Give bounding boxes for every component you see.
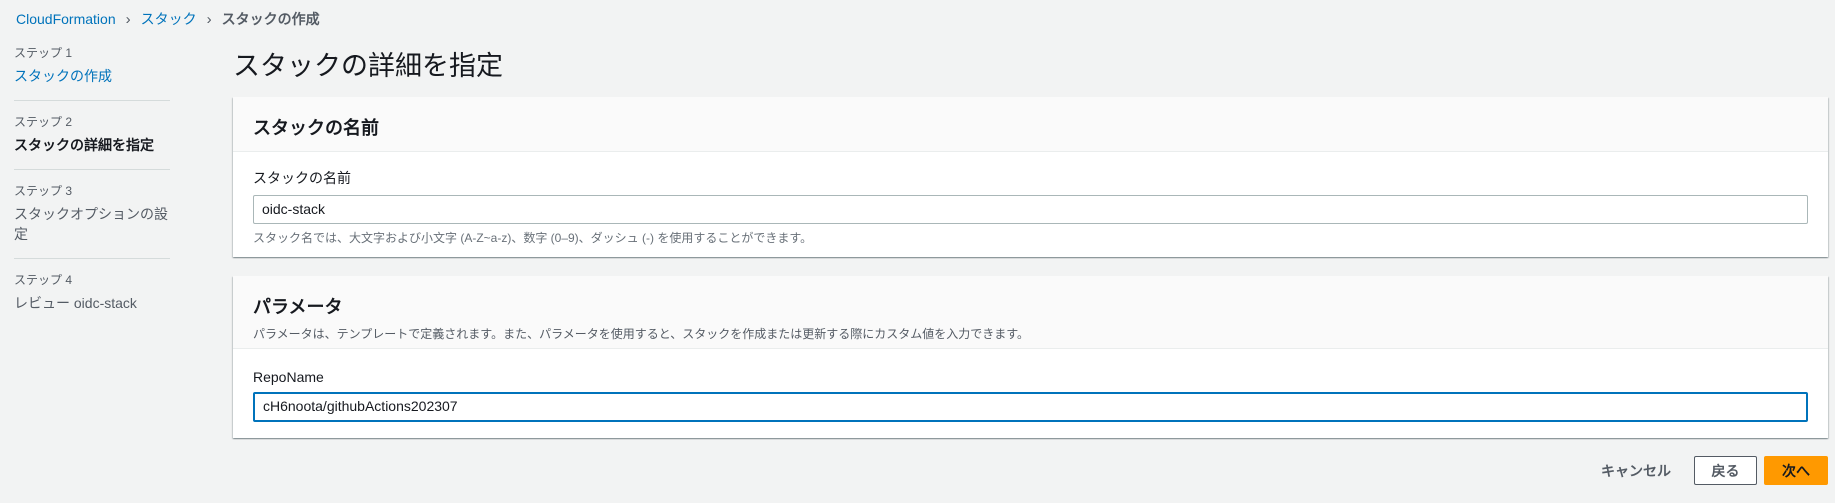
cancel-button[interactable]: キャンセル <box>1594 456 1678 485</box>
chevron-right-icon: › <box>125 10 131 28</box>
step-label: ステップ 3 <box>14 184 73 198</box>
parameters-card: パラメータ パラメータは、テンプレートで定義されます。また、パラメータを使用する… <box>233 276 1828 438</box>
wizard-steps: ステップ 1 スタックの作成 ステップ 2 スタックの詳細を指定 ステップ 3 スタッ… <box>14 44 170 339</box>
card-title: スタックの名前 <box>253 118 379 138</box>
card-body: RepoName cH6noota/githubActions202307 <box>233 349 1828 436</box>
field-label: RepoName <box>253 369 324 385</box>
step-label: ステップ 2 <box>14 115 73 129</box>
field-label: スタックの名前 <box>253 170 351 186</box>
repo-name-input[interactable]: cH6noota/githubActions202307 <box>253 392 1808 422</box>
step-current: スタックの詳細を指定 <box>14 137 154 153</box>
step-1: ステップ 1 スタックの作成 <box>14 44 170 101</box>
breadcrumb-current: スタックの作成 <box>221 11 320 27</box>
chevron-right-icon: › <box>206 10 212 28</box>
breadcrumb-stacks[interactable]: スタック <box>141 9 197 29</box>
card-title: パラメータ <box>253 297 343 317</box>
step-name: レビュー oidc-stack <box>14 295 137 311</box>
back-button[interactable]: 戻る <box>1694 456 1757 485</box>
page-title: スタックの詳細を指定 <box>233 51 503 81</box>
step-2: ステップ 2 スタックの詳細を指定 <box>14 113 170 170</box>
card-description: パラメータは、テンプレートで定義されます。また、パラメータを使用すると、スタック… <box>253 327 1030 341</box>
stack-name-card: スタックの名前 スタックの名前 oidc-stack スタック名では、大文字およ… <box>233 97 1828 257</box>
card-header: スタックの名前 <box>233 97 1828 152</box>
stack-name-input[interactable]: oidc-stack <box>253 195 1808 224</box>
next-button[interactable]: 次へ <box>1764 456 1828 485</box>
step-3: ステップ 3 スタックオプションの設定 <box>14 182 170 259</box>
step-4: ステップ 4 レビュー oidc-stack <box>14 271 170 327</box>
card-header: パラメータ パラメータは、テンプレートで定義されます。また、パラメータを使用する… <box>233 276 1828 349</box>
step-link-create-stack[interactable]: スタックの作成 <box>14 66 170 86</box>
step-label: ステップ 1 <box>14 46 73 60</box>
step-label: ステップ 4 <box>14 273 73 287</box>
breadcrumb-cloudformation[interactable]: CloudFormation <box>16 11 116 27</box>
step-name: スタックオプションの設定 <box>14 206 168 242</box>
card-body: スタックの名前 oidc-stack スタック名では、大文字および小文字 (A-… <box>233 152 1828 260</box>
breadcrumb: CloudFormation › スタック › スタックの作成 <box>16 9 320 29</box>
field-help: スタック名では、大文字および小文字 (A-Z~a-z)、数字 (0–9)、ダッシ… <box>253 231 813 245</box>
